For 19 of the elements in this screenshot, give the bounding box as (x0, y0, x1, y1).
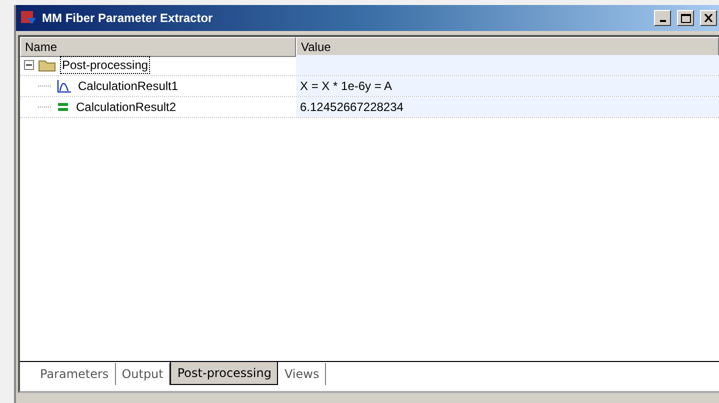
value-cell: X = X * 1e-6y = A (296, 76, 719, 96)
value-cell: 6.12452667228234 (296, 97, 719, 117)
app-icon (20, 10, 36, 26)
close-icon (704, 14, 713, 22)
collapse-toggle[interactable] (24, 60, 34, 70)
minus-icon (26, 62, 32, 68)
tree-item[interactable]: CalculationResult1 (76, 77, 180, 95)
maximize-button[interactable] (677, 10, 694, 26)
tree-item[interactable]: CalculationResult2 (74, 98, 178, 116)
column-header[interactable]: Name (20, 37, 296, 57)
tree-item[interactable]: Post-processing (60, 56, 150, 74)
maximize-icon (680, 14, 690, 22)
curve-chart-icon (56, 79, 72, 93)
minimize-button[interactable] (654, 10, 671, 26)
tab[interactable]: Post-processing (170, 362, 278, 385)
close-button[interactable] (700, 10, 717, 26)
column-header[interactable]: Value (296, 37, 719, 57)
stack-icon (56, 101, 70, 113)
window-title: MM Fiber Parameter Extractor (42, 11, 214, 25)
